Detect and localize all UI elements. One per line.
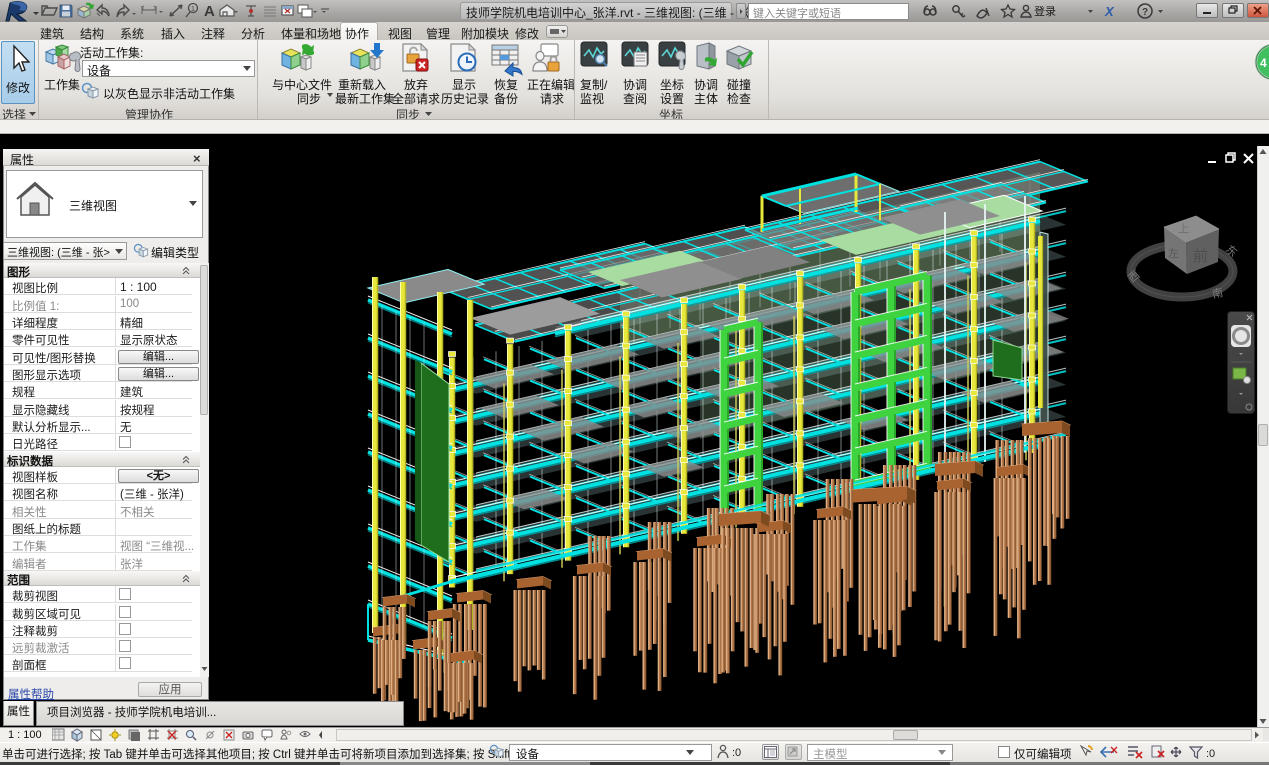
- svg-text:左: 左: [1168, 247, 1179, 260]
- svg-text:前: 前: [1193, 248, 1208, 265]
- svg-text:上: 上: [1178, 222, 1189, 235]
- svg-text::0: :0: [1206, 748, 1215, 760]
- svg-text::0: :0: [732, 747, 741, 759]
